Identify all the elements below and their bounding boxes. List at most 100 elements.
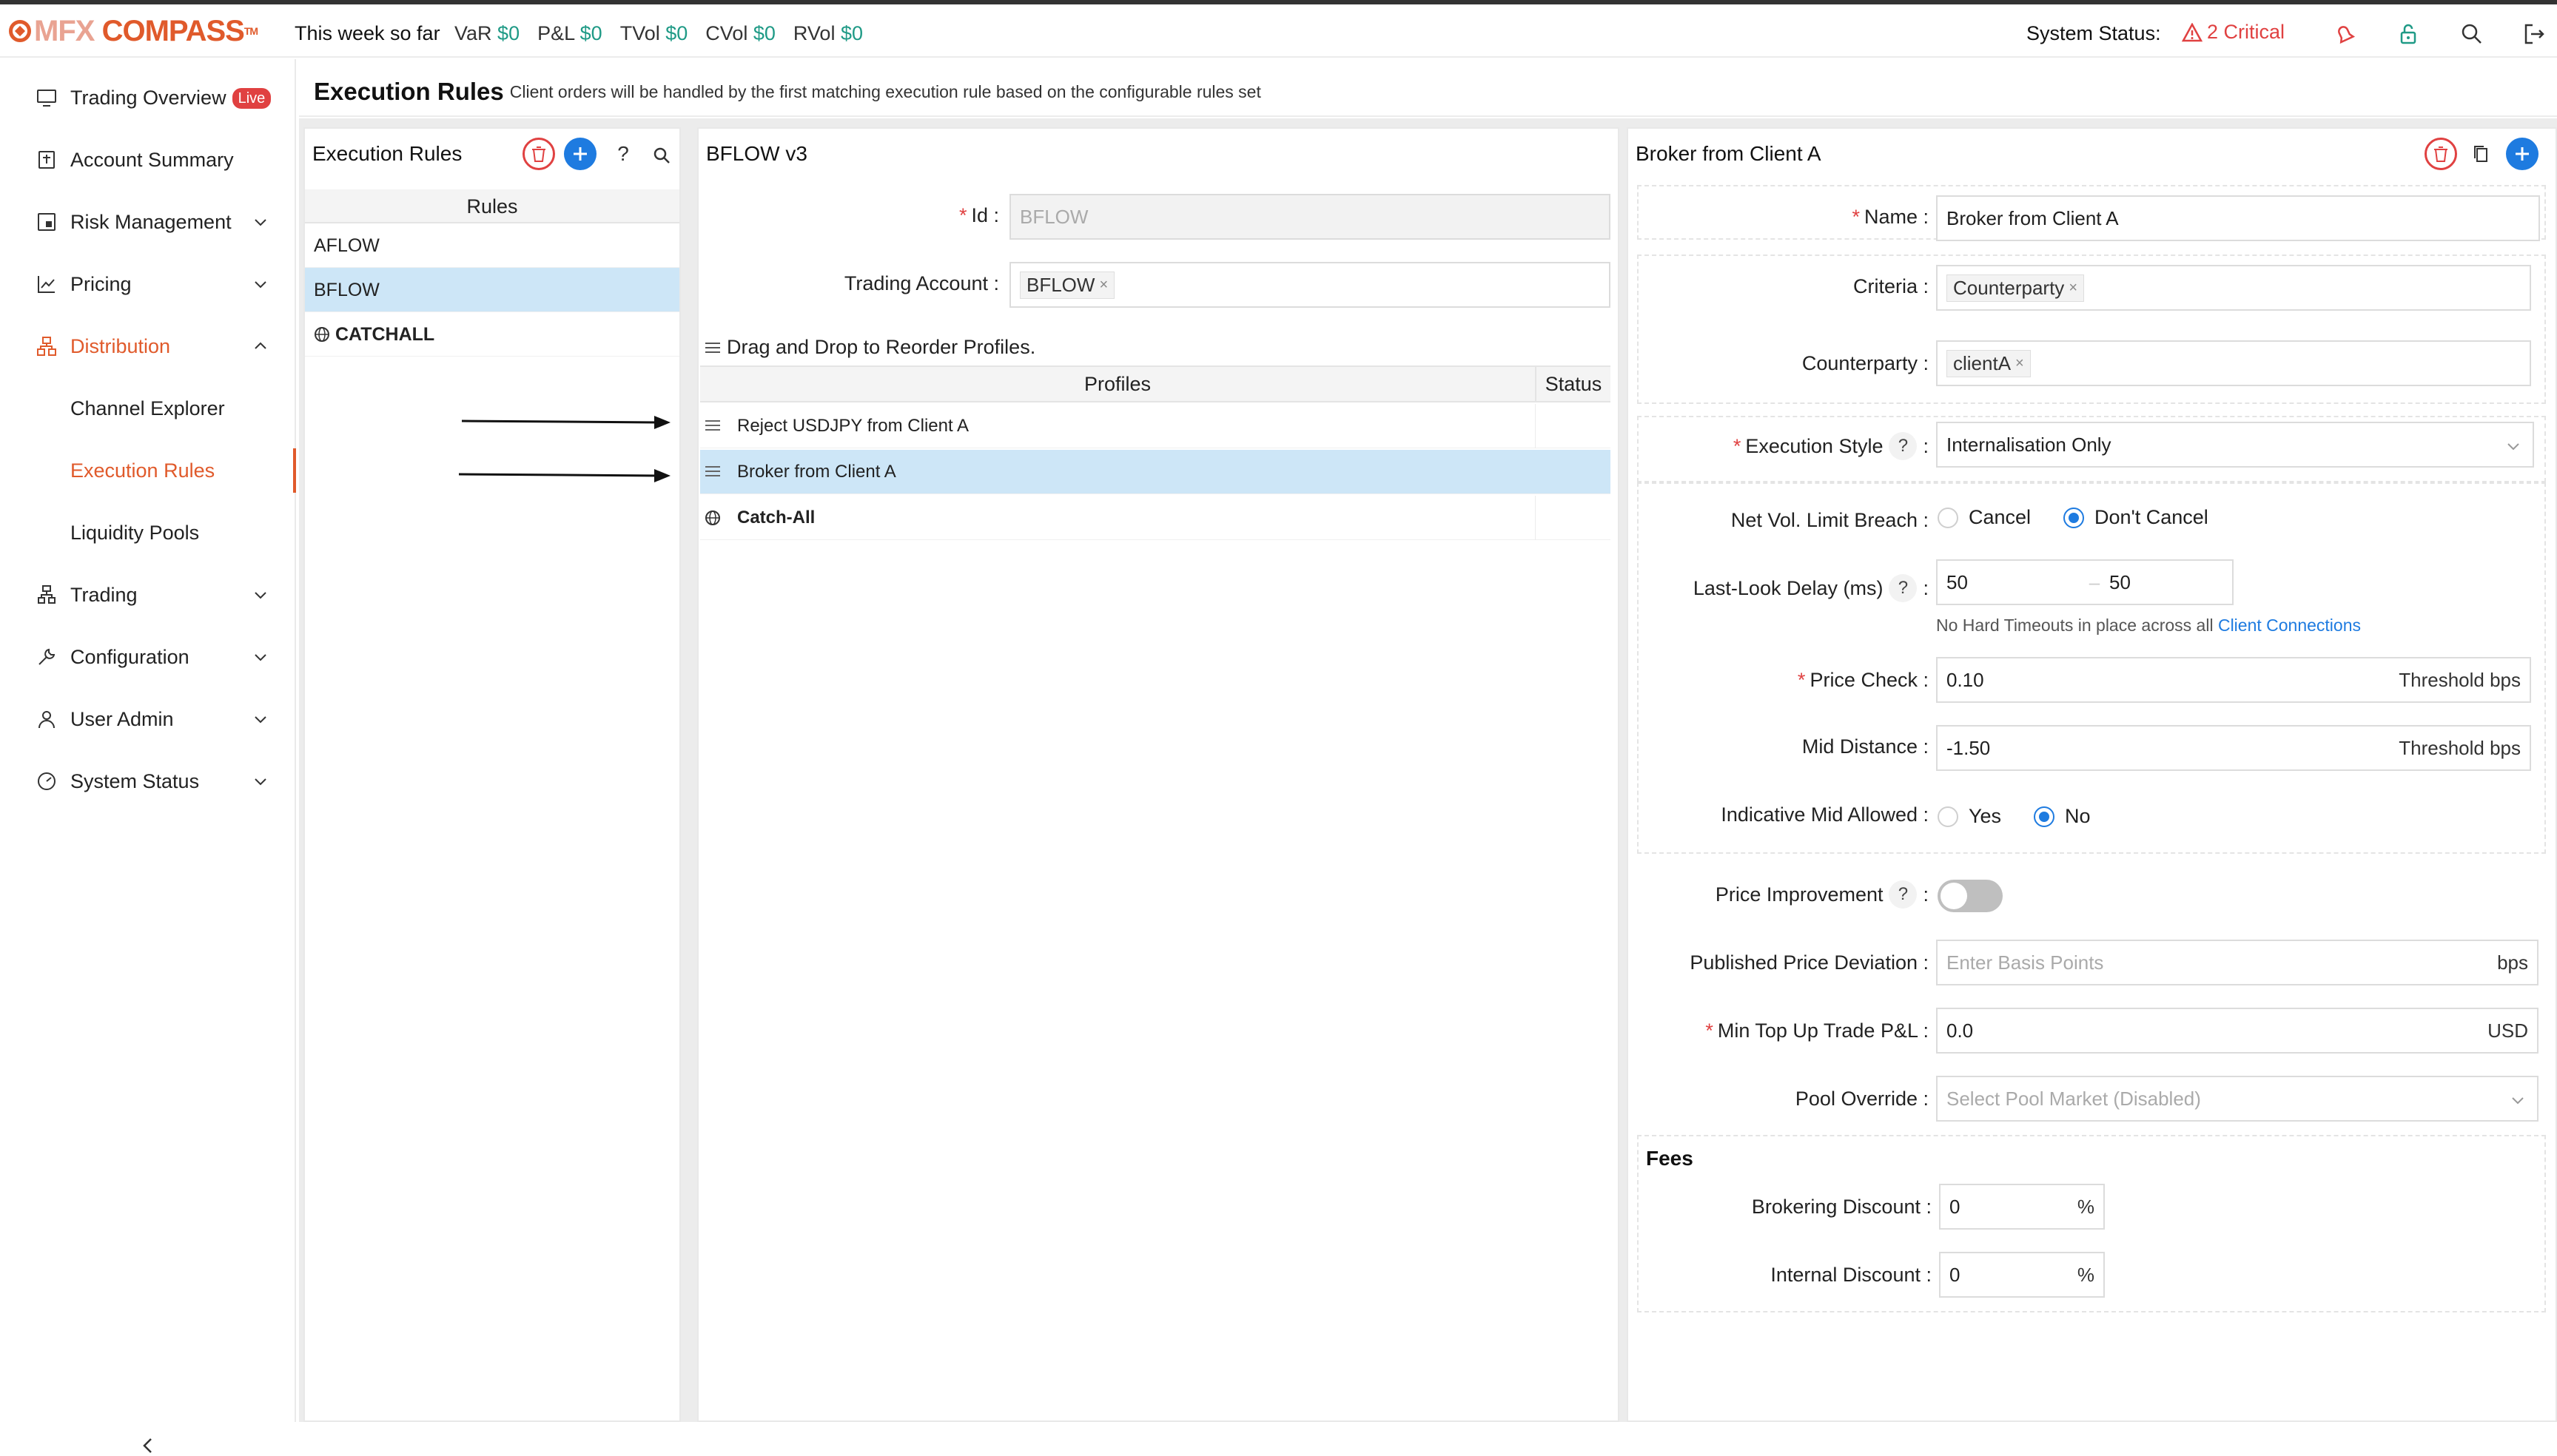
radio-cancel[interactable] bbox=[1938, 507, 1958, 528]
sidebar-item-trading-overview[interactable]: Trading Overview Live bbox=[0, 75, 296, 120]
price-check-input[interactable]: 0.10 Threshold bps bbox=[1936, 657, 2531, 703]
collapse-sidebar-icon[interactable] bbox=[138, 1435, 158, 1456]
trash-icon bbox=[532, 146, 545, 162]
profile-row-catch-all[interactable]: Catch-All bbox=[700, 496, 1610, 540]
add-rule-button[interactable] bbox=[564, 138, 597, 170]
help-icon[interactable]: ? bbox=[1889, 574, 1918, 602]
sidebar-item-risk-management[interactable]: Risk Management bbox=[0, 200, 296, 244]
profile-label: Catch-All bbox=[737, 508, 816, 528]
published-price-deviation-input[interactable]: Enter Basis Points bps bbox=[1936, 940, 2538, 985]
sidebar-item-configuration[interactable]: Configuration bbox=[0, 635, 296, 679]
criteria-field[interactable]: Counterparty × bbox=[1936, 265, 2531, 311]
sidebar-item-liquidity-pools[interactable]: Liquidity Pools bbox=[0, 510, 296, 555]
price-improvement-toggle[interactable] bbox=[1938, 880, 2003, 912]
brokering-discount-input[interactable]: 0 % bbox=[1939, 1184, 2105, 1230]
sidebar-item-label: Trading bbox=[70, 583, 138, 606]
net-vol-radio-group: Cancel Don't Cancel bbox=[1938, 506, 2208, 529]
sidebar-item-execution-rules[interactable]: Execution Rules bbox=[0, 448, 296, 493]
price-check-label: * Price Check : bbox=[1797, 669, 1929, 691]
remove-tag-icon[interactable]: × bbox=[2069, 280, 2077, 297]
distribution-icon bbox=[37, 337, 56, 356]
help-button[interactable]: ? bbox=[607, 138, 639, 170]
help-icon[interactable]: ? bbox=[1889, 432, 1918, 460]
chevron-down-icon bbox=[255, 592, 266, 599]
rule-row-aflow[interactable]: AFLOW bbox=[305, 223, 679, 268]
sidebar-item-user-admin[interactable]: User Admin bbox=[0, 697, 296, 741]
radio-dont-cancel[interactable] bbox=[2063, 507, 2085, 528]
last-look-min-input[interactable]: 50 bbox=[1946, 571, 2080, 594]
id-field: BFLOW bbox=[1009, 194, 1610, 240]
page-subtitle: Client orders will be handled by the fir… bbox=[509, 81, 1261, 101]
chevron-down-icon bbox=[255, 219, 266, 226]
radio-yes[interactable] bbox=[1938, 806, 1958, 827]
sidebar-item-distribution[interactable]: Distribution bbox=[0, 324, 296, 368]
drag-handle-icon[interactable] bbox=[705, 464, 721, 479]
radio-cancel-label: Cancel bbox=[1969, 506, 2032, 528]
sidebar-item-label: Account Summary bbox=[70, 148, 234, 171]
drag-handle-icon bbox=[705, 342, 720, 353]
bell-icon[interactable] bbox=[2331, 21, 2358, 47]
search-icon[interactable] bbox=[2459, 21, 2485, 47]
remove-tag-icon[interactable]: × bbox=[2015, 355, 2024, 372]
copy-profile-button[interactable] bbox=[2464, 138, 2497, 170]
min-top-up-value: 0.0 bbox=[1946, 1019, 1974, 1042]
sidebar-item-label: Liquidity Pools bbox=[70, 521, 200, 544]
remove-tag-icon[interactable]: × bbox=[1099, 277, 1108, 294]
counterparty-field[interactable]: clientA × bbox=[1936, 340, 2531, 386]
chevron-down-icon bbox=[255, 778, 266, 786]
profile-row-reject-usdjpy[interactable]: Reject USDJPY from Client A bbox=[700, 404, 1610, 448]
profiles-column-header: Profiles bbox=[1083, 373, 1152, 395]
sidebar-item-trading[interactable]: Trading bbox=[0, 573, 296, 617]
live-badge: Live bbox=[232, 88, 272, 109]
last-look-label: Last-Look Delay (ms)?: bbox=[1628, 574, 1929, 602]
lock-icon[interactable] bbox=[2395, 21, 2422, 47]
trading-account-label: Trading Account : bbox=[844, 272, 999, 294]
criteria-tag: Counterparty × bbox=[1946, 274, 2084, 302]
delete-rule-button[interactable] bbox=[523, 138, 555, 170]
logo-text: MFX COMPASSTM bbox=[34, 15, 258, 47]
trading-account-field[interactable]: BFLOW × bbox=[1009, 262, 1610, 308]
logout-icon[interactable] bbox=[2521, 21, 2547, 47]
critical-count: 2 Critical bbox=[2207, 21, 2285, 43]
drag-handle-icon[interactable] bbox=[705, 418, 721, 433]
chevron-down-icon bbox=[2512, 1097, 2524, 1105]
net-vol-label: Net Vol. Limit Breach : bbox=[1730, 509, 1929, 531]
last-look-max-input[interactable]: 50 bbox=[2109, 571, 2131, 594]
price-check-unit: Threshold bps bbox=[2399, 668, 2521, 691]
sidebar-item-pricing[interactable]: Pricing bbox=[0, 262, 296, 306]
profiles-table-header: Profiles Status bbox=[700, 365, 1610, 402]
internal-discount-input[interactable]: 0 % bbox=[1939, 1252, 2105, 1298]
globe-icon bbox=[705, 510, 720, 525]
risk-management-icon bbox=[38, 213, 56, 231]
sidebar-item-channel-explorer[interactable]: Channel Explorer bbox=[0, 386, 296, 431]
min-top-up-input[interactable]: 0.0 USD bbox=[1936, 1008, 2538, 1054]
hard-timeout-note: No Hard Timeouts in place across all Cli… bbox=[1936, 616, 2362, 635]
radio-no[interactable] bbox=[2034, 806, 2055, 827]
rule-row-bflow[interactable]: BFLOW bbox=[305, 268, 679, 312]
rule-row-catchall[interactable]: CATCHALL bbox=[305, 312, 679, 357]
sidebar-item-account-summary[interactable]: Account Summary bbox=[0, 138, 296, 182]
critical-alert[interactable]: 2 Critical bbox=[2182, 21, 2285, 44]
delete-profile-button[interactable] bbox=[2425, 138, 2457, 170]
top-bar: MFX COMPASSTM This week so far VaR $0 P&… bbox=[0, 4, 2557, 58]
mid-distance-input[interactable]: -1.50 Threshold bps bbox=[1936, 725, 2531, 771]
globe-icon bbox=[315, 327, 329, 342]
sidebar-item-label: System Status bbox=[70, 769, 200, 792]
search-rules-icon[interactable] bbox=[651, 145, 672, 166]
chevron-up-icon bbox=[255, 342, 266, 349]
brokering-discount-label: Brokering Discount : bbox=[1751, 1196, 1932, 1218]
execution-style-select[interactable]: Internalisation Only bbox=[1936, 422, 2534, 468]
metric-rvol: RVol $0 bbox=[793, 22, 864, 44]
logo[interactable]: MFX COMPASSTM bbox=[9, 16, 258, 46]
add-profile-button[interactable] bbox=[2506, 138, 2538, 170]
chevron-down-icon bbox=[255, 716, 266, 724]
client-connections-link[interactable]: Client Connections bbox=[2218, 616, 2361, 635]
week-label: This week so far bbox=[295, 22, 440, 44]
sidebar-item-system-status[interactable]: System Status bbox=[0, 759, 296, 803]
page-title: Execution Rules bbox=[314, 78, 504, 105]
counterparty-label: Counterparty : bbox=[1801, 352, 1929, 374]
name-input[interactable]: Broker from Client A bbox=[1936, 195, 2540, 241]
help-icon[interactable]: ? bbox=[1889, 880, 1918, 909]
profile-row-broker-client-a[interactable]: Broker from Client A bbox=[700, 450, 1610, 494]
profile-label: Reject USDJPY from Client A bbox=[737, 416, 969, 436]
